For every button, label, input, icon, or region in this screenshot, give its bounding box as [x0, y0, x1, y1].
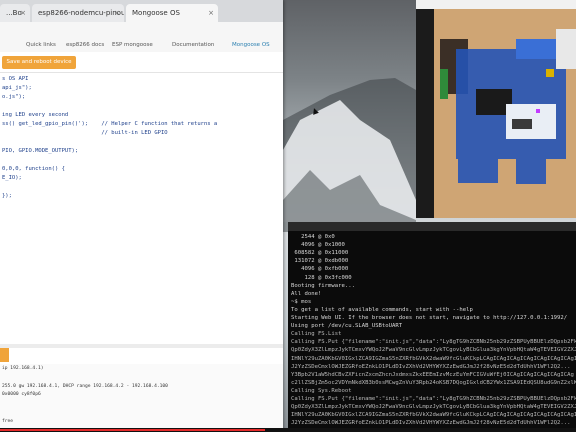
terminal-line: Calling Sys.Reboot — [291, 387, 352, 394]
close-icon[interactable]: × — [114, 4, 120, 22]
tab-strip: ...Bo × esp8266-nodemcu-pinout.pn × Mong… — [0, 0, 283, 22]
terminal-line: 4096 @ 0xfb000 — [291, 266, 349, 273]
terminal-line: Booting firmware... — [291, 282, 355, 289]
camera-window — [416, 0, 576, 218]
code-line: api_js"); — [2, 85, 32, 91]
terminal-line: 4096 @ 0x1000 — [291, 242, 345, 249]
console-line: free — [2, 419, 14, 424]
terminal-line: 128 @ 0x3fc000 — [291, 274, 352, 281]
terminal-line: Calling FS.List — [291, 331, 342, 338]
terminal-line: All done! — [291, 290, 322, 297]
terminal-line: J2YzZSDeCmxlOWJEZGRfoEZnkLO1PLdDIvZXhVd2… — [291, 363, 571, 370]
console-line: 255.0 gw 192.168.4.1, DHCP range 192.168… — [2, 384, 168, 389]
bookmarks-bar: Quick links esp8266 docs ESP mongoose Do… — [0, 38, 283, 53]
close-icon[interactable]: × — [20, 4, 26, 22]
code-line: ing LED every second — [2, 112, 69, 118]
terminal-line: Qp0ZdyX3ZlLmpzJykTCmxvYWQoJ2FwaV9ncGlvLm… — [291, 347, 576, 354]
terminal-window[interactable]: 2544 @ 0x0 4096 @ 0x1000 608582 @ 0x1100… — [288, 222, 576, 432]
code-line: PIO, GPIO.MODE_OUTPUT); — [2, 148, 79, 154]
address-bar[interactable] — [0, 22, 283, 39]
terminal-line: IHNlY29uZA0KbGV0IGxlZCA9IGZmaS5nZXRfbGVk… — [291, 412, 576, 419]
terminal-line: IHNlY29uZA0KbGV0IGxlZCA9IGZmaS5nZXRfbGVk… — [291, 355, 576, 362]
terminal-line: Calling FS.Put {"filename":"init.js","da… — [291, 396, 576, 402]
bookmark-4[interactable]: Documentation — [172, 38, 214, 52]
camera-title-bar[interactable] — [416, 0, 576, 9]
video-progress-bar[interactable] — [0, 429, 265, 431]
terminal-line: 2544 @ 0x0 — [291, 234, 335, 240]
code-line: // built-in LED GPIO — [2, 130, 168, 136]
bookmark-5[interactable]: Mongoose OS — [232, 38, 270, 52]
terminal-line: 608582 @ 0x11000 — [291, 250, 349, 257]
terminal-line: c2llZSBjZm5oc2VDYmNkdXB3b0ssMCwgZnVuY3Rp… — [291, 379, 576, 386]
browser-window: ...Bo × esp8266-nodemcu-pinout.pn × Mong… — [0, 0, 283, 432]
tab-1[interactable]: ...Bo × — [0, 4, 30, 22]
bookmark-1[interactable]: Quick links — [26, 38, 56, 52]
terminal-line: Qp0ZdyX3ZlLmpzJykTCmxvYWQoJ2FwaV9ncGlvLm… — [291, 404, 576, 411]
tab-label: esp8266-nodemcu-pinout.pn — [38, 9, 124, 17]
close-icon[interactable]: × — [208, 4, 214, 22]
code-line: }); — [2, 193, 12, 199]
save-reboot-button[interactable]: Save and reboot device — [2, 56, 76, 69]
hardware-photo — [416, 9, 576, 218]
terminal-line: 131072 @ 0xdb000 — [291, 258, 349, 265]
camera-feed-image — [416, 9, 576, 218]
console-line: ip 192.168.4.1) — [2, 366, 44, 371]
terminal-line: Calling FS.Put {"filename":"init.js","da… — [291, 339, 576, 346]
divider — [0, 72, 283, 73]
code-line: ss() get_led_gpio_pin()'); // Helper C f… — [2, 121, 218, 127]
code-line: o.js"); — [2, 94, 26, 100]
panel-divider[interactable] — [0, 344, 283, 348]
console-line: 0x0000 cy8f0p6 — [2, 392, 41, 397]
tab-2[interactable]: esp8266-nodemcu-pinout.pn × — [32, 4, 124, 22]
terminal-line: Y3Bpb2V1aW5hdCBvZXFicnZxcmZhcnJxdmxsZkxE… — [291, 371, 574, 378]
terminal-line: Starting Web UI. If the browser does not… — [291, 315, 568, 321]
code-line: E_IO); — [2, 175, 22, 181]
bookmark-2[interactable]: esp8266 docs — [66, 38, 104, 52]
tab-label: Mongoose OS — [132, 9, 180, 17]
device-log-console: ip 192.168.4.1) 255.0 gw 192.168.4.1, DH… — [0, 364, 283, 432]
terminal-line: ~$ mos — [291, 298, 312, 305]
terminal-line: J2YzZSDeCmxlOWJEZGRfoEZnkLO1PLdDIvZXhVd2… — [291, 420, 571, 427]
run-button[interactable] — [0, 348, 9, 362]
terminal-line: Using port /dev/cu.SLAB_USBtoUART — [291, 323, 403, 330]
code-line: 0,0,0, function() { — [2, 166, 65, 172]
code-line: s OS API — [2, 76, 29, 82]
tab-3[interactable]: Mongoose OS × — [126, 4, 218, 22]
bookmark-3[interactable]: ESP mongoose — [112, 38, 153, 52]
terminal-line: To get a list of available commands, sta… — [291, 306, 473, 313]
terminal-title-bar[interactable] — [288, 222, 576, 231]
mongoose-ide: Save and reboot device s OS API api_js")… — [0, 52, 283, 432]
